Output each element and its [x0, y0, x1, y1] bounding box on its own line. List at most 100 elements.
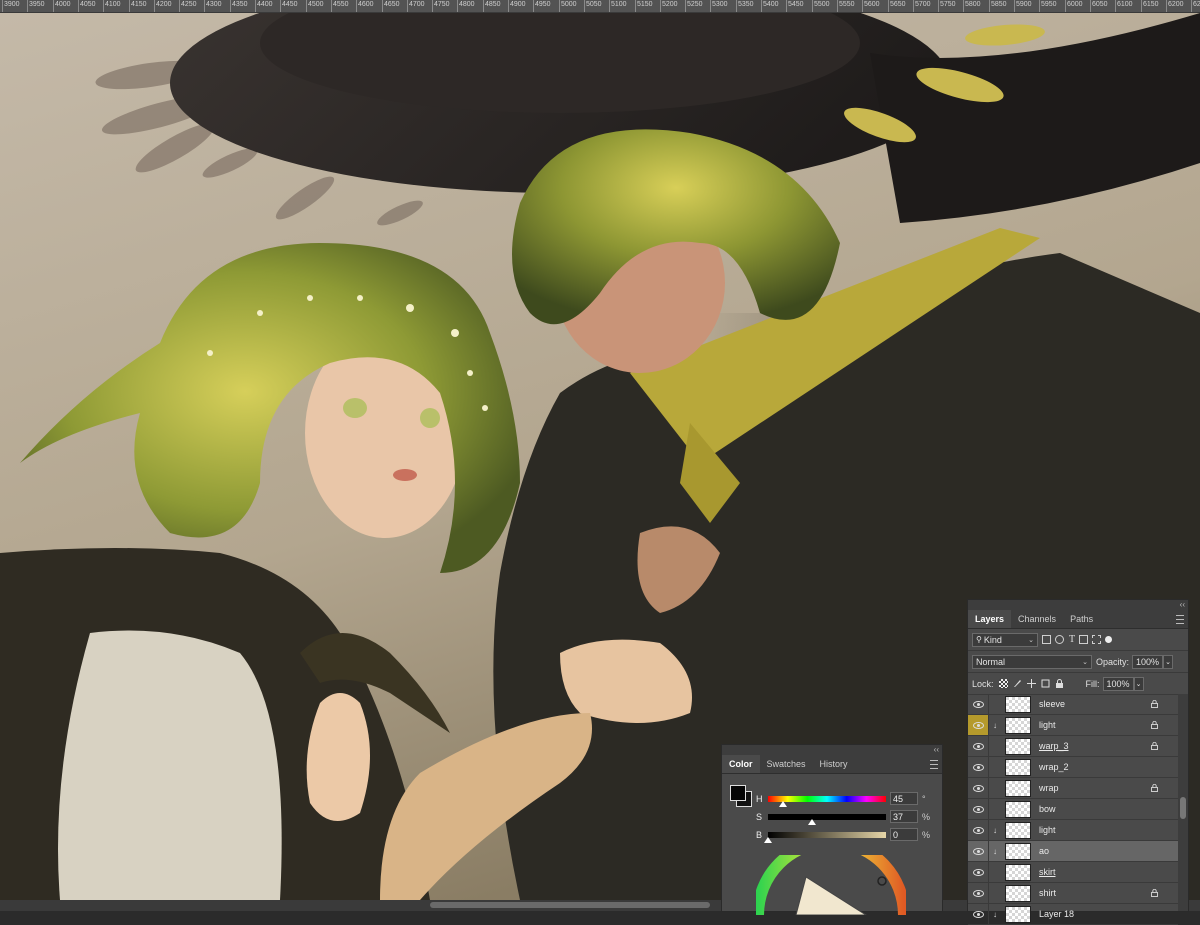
blend-mode-select[interactable]: Normal ⌄ — [972, 654, 1092, 669]
slider-track[interactable] — [768, 814, 886, 820]
slider-knob[interactable] — [807, 819, 816, 825]
tab-channels[interactable]: Channels — [1011, 610, 1063, 628]
opacity-input[interactable]: 100% — [1132, 654, 1164, 669]
eye-icon — [972, 721, 984, 729]
ruler-tick — [356, 0, 357, 12]
lock-row: Lock: Fill: 100% ⌄ — [968, 673, 1188, 695]
tab-color[interactable]: Color — [722, 755, 760, 773]
lock-artboard-icon[interactable] — [1041, 679, 1050, 688]
color-wheel[interactable] — [756, 855, 906, 915]
layers-scrollbar-thumb[interactable] — [1180, 797, 1186, 819]
layer-row[interactable]: ↓ light — [968, 820, 1178, 841]
fill-input[interactable]: 100% — [1102, 676, 1134, 691]
panel-menu-icon[interactable] — [930, 760, 938, 769]
layers-scrollbar[interactable] — [1178, 694, 1188, 911]
visibility-toggle[interactable] — [968, 694, 989, 714]
lock-image-pixels-icon[interactable] — [1013, 679, 1022, 688]
slider-value-input[interactable]: 37 — [890, 810, 918, 823]
layer-row[interactable]: skirt — [968, 862, 1178, 883]
layer-row[interactable]: wrap — [968, 778, 1178, 799]
filter-type-icon[interactable]: T — [1069, 634, 1075, 645]
filter-shape-icon[interactable] — [1079, 635, 1089, 644]
slider-value-input[interactable]: 0 — [890, 828, 918, 841]
layer-row[interactable]: warp_3 — [968, 736, 1178, 757]
ruler-label: 4650 — [384, 1, 400, 8]
layer-thumbnail[interactable] — [1005, 842, 1031, 860]
layer-name[interactable]: sleeve — [1039, 699, 1065, 709]
layer-name[interactable]: ao — [1039, 846, 1049, 856]
chevron-down-icon: ⌄ — [1082, 658, 1088, 666]
layer-name[interactable]: wrap_2 — [1039, 762, 1069, 772]
layer-name[interactable]: shirt — [1039, 888, 1056, 898]
layer-name[interactable]: wrap — [1039, 783, 1059, 793]
filter-adjustment-icon[interactable] — [1055, 635, 1064, 644]
slider-label: H — [756, 794, 763, 804]
layer-thumbnail[interactable] — [1005, 758, 1031, 776]
chevron-down-icon: ⌄ — [1165, 658, 1171, 666]
slider-knob[interactable] — [778, 801, 787, 807]
filter-pixel-icon[interactable] — [1042, 635, 1051, 644]
layer-row[interactable]: ↓ ao — [968, 841, 1178, 862]
layer-row[interactable]: ↓ Layer 18 — [968, 904, 1178, 925]
ruler-label: 5350 — [738, 1, 754, 8]
visibility-toggle[interactable] — [968, 820, 989, 840]
slider-track[interactable] — [768, 832, 886, 838]
layer-thumbnail[interactable] — [1005, 800, 1031, 818]
layer-row[interactable]: bow — [968, 799, 1178, 820]
slider-knob[interactable] — [764, 837, 772, 843]
visibility-toggle[interactable] — [968, 778, 989, 798]
visibility-toggle[interactable] — [968, 841, 989, 861]
ruler-tick — [685, 0, 686, 12]
filter-toggle-icon[interactable] — [1105, 636, 1113, 643]
fill-dropdown[interactable]: ⌄ — [1133, 676, 1144, 691]
visibility-toggle[interactable] — [968, 799, 989, 819]
visibility-toggle[interactable] — [968, 757, 989, 777]
visibility-toggle[interactable] — [968, 715, 989, 735]
ruler-label: 5250 — [687, 1, 703, 8]
slider-value-input[interactable]: 45 — [890, 792, 918, 805]
layer-name[interactable]: skirt — [1039, 867, 1056, 877]
tab-history[interactable]: History — [813, 755, 855, 773]
visibility-toggle[interactable] — [968, 862, 989, 882]
eye-icon — [972, 889, 984, 897]
layer-row[interactable]: shirt — [968, 883, 1178, 904]
tab-paths[interactable]: Paths — [1063, 610, 1100, 628]
layer-thumbnail[interactable] — [1005, 737, 1031, 755]
tab-layers[interactable]: Layers — [968, 610, 1012, 628]
horizontal-ruler[interactable]: 3900 3950 4000 4050 4100 4150 4200 4250 4300 4350… — [0, 0, 1200, 13]
layer-thumbnail[interactable] — [1005, 863, 1031, 881]
ruler-label: 4500 — [308, 1, 324, 8]
opacity-dropdown[interactable]: ⌄ — [1163, 654, 1174, 669]
visibility-toggle[interactable] — [968, 736, 989, 756]
lock-all-icon[interactable] — [1055, 679, 1064, 688]
layer-row[interactable]: ↓ light — [968, 715, 1178, 736]
collapse-icon[interactable]: ‹‹ — [934, 746, 939, 754]
slider-label: B — [756, 830, 763, 840]
lock-position-icon[interactable] — [1026, 679, 1036, 688]
visibility-toggle[interactable] — [968, 904, 989, 924]
layer-row[interactable]: sleeve — [968, 694, 1178, 715]
scrollbar-thumb[interactable] — [430, 902, 710, 908]
layer-name[interactable]: bow — [1039, 804, 1056, 814]
lock-transparent-pixels-icon[interactable] — [998, 679, 1008, 688]
layer-thumbnail[interactable] — [1005, 779, 1031, 797]
layer-row[interactable]: wrap_2 — [968, 757, 1178, 778]
panel-menu-icon[interactable] — [1176, 615, 1184, 624]
collapse-icon[interactable]: ‹‹ — [1180, 601, 1185, 609]
filter-smart-object-icon[interactable] — [1092, 635, 1102, 644]
layer-thumbnail[interactable] — [1005, 884, 1031, 902]
tab-swatches[interactable]: Swatches — [760, 755, 813, 773]
layer-name[interactable]: light — [1039, 825, 1056, 835]
ruler-tick — [710, 0, 711, 12]
visibility-toggle[interactable] — [968, 883, 989, 903]
foreground-color-swatch[interactable] — [730, 785, 746, 801]
layer-name[interactable]: light — [1039, 720, 1056, 730]
layer-thumbnail[interactable] — [1005, 716, 1031, 734]
ruler-label: 4450 — [282, 1, 298, 8]
layer-thumbnail[interactable] — [1005, 821, 1031, 839]
hue-marker-icon[interactable] — [877, 876, 887, 886]
layer-thumbnail[interactable] — [1005, 695, 1031, 713]
layer-name[interactable]: warp_3 — [1039, 741, 1069, 751]
layer-thumbnail[interactable] — [1005, 905, 1031, 923]
filter-kind-select[interactable]: ⚲ Kind ⌄ — [972, 632, 1038, 647]
